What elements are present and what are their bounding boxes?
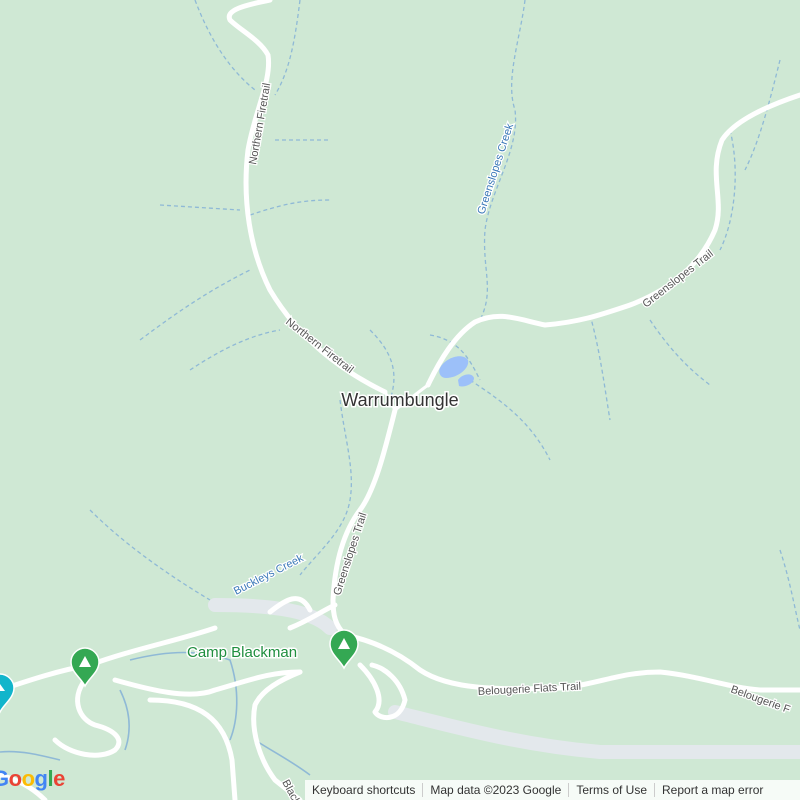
- place-label-warrumbungle: Warrumbungle: [341, 390, 458, 410]
- road-label-northern-firetrail-north: Northern Firetrail: [247, 82, 273, 165]
- google-logo[interactable]: Google: [0, 766, 65, 792]
- road-label-greenslopes-east: Greenslopes Trail: [640, 248, 715, 311]
- keyboard-shortcuts-link[interactable]: Keyboard shortcuts: [305, 783, 424, 797]
- road-label-belougerie-partial: Belougerie F: [729, 684, 792, 717]
- poi-pin-edge[interactable]: [0, 673, 15, 714]
- map-data-text: Map data ©2023 Google: [423, 783, 570, 797]
- road-label-northern-firetrail-south: Northern Firetrail: [283, 316, 355, 376]
- road-label-greenslopes-south: Greenslopes Trail: [331, 511, 369, 597]
- creek-label-buckleys: Buckleys Creek: [232, 552, 306, 598]
- camp-pin-blackman[interactable]: [329, 629, 359, 670]
- road-label-black-partial: Black: [279, 778, 302, 800]
- report-map-error-link[interactable]: Report a map error: [655, 783, 770, 797]
- terms-of-use-link[interactable]: Terms of Use: [569, 783, 656, 797]
- camp-pin-west[interactable]: [70, 647, 100, 688]
- poi-label-camp-blackman[interactable]: Camp Blackman: [186, 643, 299, 663]
- road-label-belougerie-flats: Belougerie Flats Trail: [478, 681, 582, 698]
- map-label-layer: Warrumbungle Northern Firetrail Northern…: [0, 81, 793, 800]
- creek-label-greenslopes: Greenslopes Creek: [475, 122, 516, 216]
- attribution-bar: Keyboard shortcuts Map data ©2023 Google…: [305, 780, 800, 800]
- map-canvas[interactable]: Warrumbungle Northern Firetrail Northern…: [0, 0, 800, 800]
